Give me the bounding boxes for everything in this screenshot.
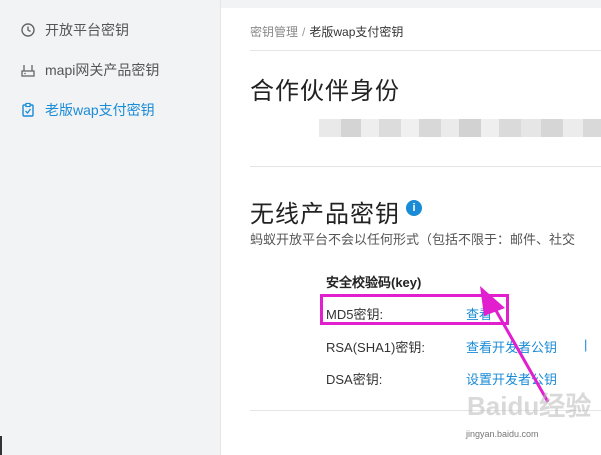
partner-identity-title: 合作伙伴身份 <box>250 78 400 105</box>
link-separator: | <box>584 337 588 352</box>
breadcrumb-current: 老版wap支付密钥 <box>309 25 404 39</box>
security-key-header: 安全校验码(key) <box>326 275 422 290</box>
sidebar-item-label: 开放平台密钥 <box>45 22 129 38</box>
divider <box>250 50 601 51</box>
breadcrumb-separator: / <box>302 25 306 39</box>
breadcrumb-root-link[interactable]: 密钥管理 <box>250 25 298 39</box>
clipboard-icon <box>20 102 36 118</box>
sidebar: 开放平台密钥 mapi网关产品密钥 老版wap支付密钥 <box>0 0 221 455</box>
info-icon[interactable]: i <box>406 200 422 216</box>
blurred-partner-id <box>319 119 601 137</box>
sidebar-item-mapi-gateway-key[interactable]: mapi网关产品密钥 <box>20 58 159 82</box>
breadcrumb: 密钥管理 / 老版wap支付密钥 <box>250 23 403 40</box>
security-notice-text: 蚂蚁开放平台不会以任何形式（包括不限于：邮件、社交 <box>250 232 576 247</box>
dsa-key-label: DSA密钥: <box>326 372 383 387</box>
clock-icon <box>20 22 36 38</box>
view-developer-public-key-link[interactable]: 查看开发者公钥 <box>466 337 557 356</box>
watermark-brand: Baidu经验 <box>467 391 591 421</box>
sidebar-item-legacy-wap-key[interactable]: 老版wap支付密钥 <box>20 98 155 122</box>
wireless-product-key-title: 无线产品密钥 <box>250 201 400 228</box>
annotation-highlight-box <box>320 294 509 325</box>
divider <box>250 166 601 167</box>
edge-mark <box>0 436 2 455</box>
sidebar-item-label: 老版wap支付密钥 <box>45 102 155 118</box>
router-icon <box>20 62 36 78</box>
rsa-key-label: RSA(SHA1)密钥: <box>326 340 425 355</box>
sidebar-item-label: mapi网关产品密钥 <box>45 62 160 78</box>
watermark-url: jingyan.baidu.com <box>466 429 539 439</box>
sidebar-item-open-platform-key[interactable]: 开放平台密钥 <box>20 18 129 42</box>
